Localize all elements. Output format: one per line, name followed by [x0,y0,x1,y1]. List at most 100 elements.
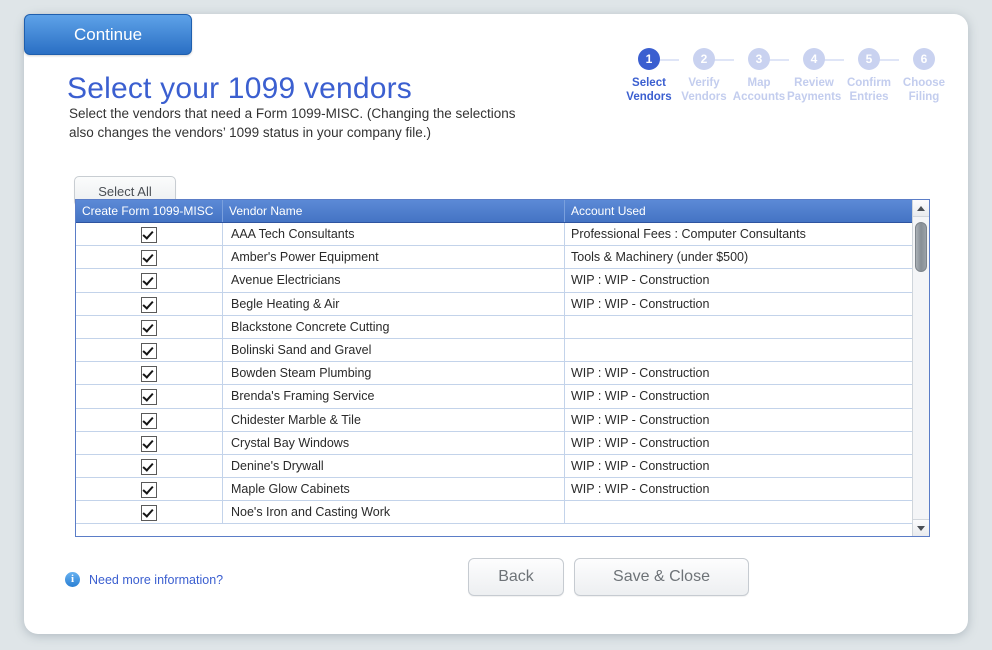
wizard-dialog: Select your 1099 vendors Select the vend… [24,14,968,634]
create-form-checkbox[interactable] [141,505,157,522]
create-form-checkbox[interactable] [141,250,157,267]
scroll-up-button[interactable] [913,200,929,217]
create-form-checkbox[interactable] [141,319,157,336]
step-label-line1: Choose [902,77,946,89]
table-row[interactable]: AAA Tech Consultants Professional Fees : … [76,223,929,247]
chevron-down-icon [917,526,925,531]
step-label-line2: Accounts [732,90,786,103]
create-form-checkbox[interactable] [141,273,157,290]
cell-create-form [76,431,223,454]
step-number-badge: 3 [748,48,770,70]
cell-create-form [76,385,223,408]
table-row[interactable]: Bowden Steam Plumbing WIP : WIP - Constru… [76,362,929,386]
cell-account-used: WIP : WIP - Construction [571,273,710,288]
cell-vendor-name: Chidester Marble & Tile [223,408,565,431]
create-form-checkbox[interactable] [141,342,157,359]
scroll-down-button[interactable] [913,519,929,536]
stepper-step-3[interactable]: 3 Map Accounts [732,48,786,104]
table-row[interactable]: Brenda's Framing Service WIP : WIP - Cons… [76,385,929,409]
cell-create-form [76,362,223,385]
cell-account-used: WIP : WIP - Construction [571,366,710,381]
create-form-checkbox[interactable] [141,458,157,475]
step-label-line2: Entries [849,90,889,103]
need-more-information-link[interactable]: i Need more information? [65,572,223,587]
stepper-step-5[interactable]: 5 Confirm Entries [842,48,896,104]
step-number-badge: 4 [803,48,825,70]
stepper-step-2[interactable]: 2 Verify Vendors [677,48,731,104]
table-row[interactable]: Begle Heating & Air WIP : WIP - Construct… [76,292,929,316]
step-label: Choose Filing [897,77,951,104]
table-row[interactable]: Crystal Bay Windows WIP : WIP - Construct… [76,431,929,455]
step-label: Review Payments [787,77,841,104]
table-scrollbar[interactable] [912,200,929,536]
table-row[interactable]: Noe's Iron and Casting Work [76,501,929,525]
step-label: Map Accounts [732,77,786,104]
table-row[interactable]: Blackstone Concrete Cutting [76,315,929,339]
cell-create-form [76,501,223,524]
save-and-close-button[interactable]: Save & Close [574,558,749,596]
cell-account-used: Tools & Machinery (under $500) [571,250,749,265]
cell-vendor-name: Bowden Steam Plumbing [223,362,565,385]
info-icon: i [65,572,80,587]
cell-create-form [76,315,223,338]
step-label: Select Vendors [622,77,676,104]
cell-vendor-name: Avenue Electricians [223,269,565,292]
cell-create-form [76,246,223,269]
vendor-table: Create Form 1099-MISC Vendor Name Accoun… [75,199,930,537]
table-header-row: Create Form 1099-MISC Vendor Name Accoun… [76,200,929,223]
cell-vendor-name: Denine's Drywall [223,454,565,478]
step-number-badge: 6 [913,48,935,70]
cell-vendor-name: Crystal Bay Windows [223,431,565,454]
table-row[interactable]: Denine's Drywall WIP : WIP - Construction [76,454,929,479]
cell-account-used: WIP : WIP - Construction [571,482,710,497]
step-label: Verify Vendors [677,77,731,104]
create-form-checkbox[interactable] [141,412,157,429]
table-row[interactable]: Avenue Electricians WIP : WIP - Construct… [76,269,929,293]
cell-account-used: WIP : WIP - Construction [571,389,710,404]
column-header-create-form[interactable]: Create Form 1099-MISC [76,200,223,222]
cell-create-form [76,223,223,246]
step-label-line1: Map [747,77,771,89]
cell-account-used [565,501,913,523]
step-label-line1: Review [794,77,834,89]
continue-button[interactable]: Continue [24,14,192,55]
step-label-line1: Verify [688,77,720,89]
table-body: AAA Tech Consultants Professional Fees : … [76,223,929,536]
cell-vendor-name: Maple Glow Cabinets [223,478,565,501]
cell-vendor-name: AAA Tech Consultants [223,223,565,246]
wizard-stepper: 1 Select Vendors 2 Verify Vendors 3 Map Accounts… [622,48,945,128]
step-number-badge: 2 [693,48,715,70]
create-form-checkbox[interactable] [141,227,157,243]
cell-create-form [76,454,223,478]
step-label-line1: Select [632,77,666,89]
cell-account-used: WIP : WIP - Construction [571,458,710,473]
stepper-step-4[interactable]: 4 Review Payments [787,48,841,104]
cell-vendor-name: Blackstone Concrete Cutting [223,315,565,338]
create-form-checkbox[interactable] [141,435,157,452]
cell-vendor-name: Amber's Power Equipment [223,246,565,269]
create-form-checkbox[interactable] [141,296,157,313]
scrollbar-thumb[interactable] [915,222,927,272]
cell-account-used [565,316,913,338]
step-label: Confirm Entries [842,77,896,104]
step-label-line2: Vendors [626,90,672,103]
column-header-account-used[interactable]: Account Used [565,200,913,222]
step-number-badge: 5 [858,48,880,70]
stepper-step-1[interactable]: 1 Select Vendors [622,48,676,104]
create-form-checkbox[interactable] [141,366,157,383]
step-label-line2: Filing [908,90,940,103]
create-form-checkbox[interactable] [141,482,157,499]
cell-vendor-name: Bolinski Sand and Gravel [223,338,565,362]
table-row[interactable]: Maple Glow Cabinets WIP : WIP - Construct… [76,478,929,502]
column-header-vendor-name[interactable]: Vendor Name [223,200,565,222]
create-form-checkbox[interactable] [141,389,157,406]
stepper-step-6[interactable]: 6 Choose Filing [897,48,951,104]
cell-vendor-name: Brenda's Framing Service [223,385,565,408]
table-row[interactable]: Chidester Marble & Tile WIP : WIP - Const… [76,408,929,432]
back-button[interactable]: Back [468,558,564,596]
table-row[interactable]: Amber's Power Equipment Tools & Machinery… [76,246,929,270]
cell-account-used: WIP : WIP - Construction [571,435,710,450]
cell-vendor-name: Noe's Iron and Casting Work [223,501,565,524]
cell-create-form [76,338,223,362]
table-row[interactable]: Bolinski Sand and Gravel [76,338,929,363]
